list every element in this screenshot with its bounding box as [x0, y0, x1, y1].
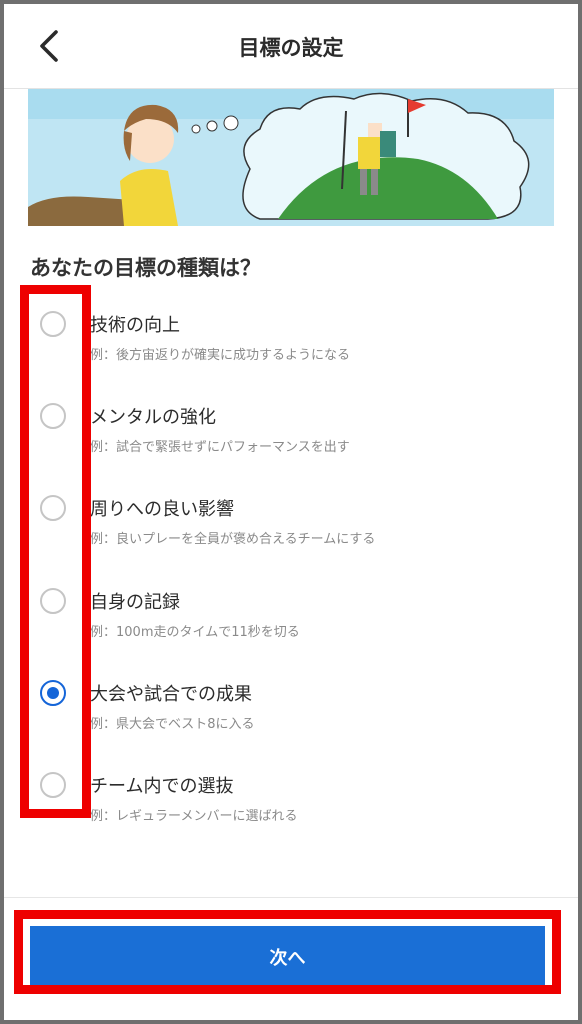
- question-heading: あなたの目標の種類は？: [30, 256, 261, 280]
- option-label: 周りへの良い影響: [90, 499, 234, 520]
- radio-button[interactable]: [40, 772, 66, 798]
- option-example: 例：レギュラーメンバーに選ばれる: [90, 809, 298, 824]
- option-competition-results[interactable]: 大会や試合での成果 例：県大会でベスト8に入る: [40, 680, 560, 750]
- option-example: 例：良いプレーを全員が褒め合えるチームにする: [90, 532, 376, 547]
- option-mental-strength[interactable]: メンタルの強化 例：試合で緊張せずにパフォーマンスを出す: [40, 403, 560, 473]
- option-example: 例：県大会でベスト8に入る: [90, 717, 255, 732]
- option-example: 例：後方宙返りが確実に成功するようになる: [90, 348, 351, 363]
- radio-button[interactable]: [40, 311, 66, 337]
- option-skill-improvement[interactable]: 技術の向上 例：後方宙返りが確実に成功するようになる: [40, 311, 560, 381]
- radio-button-checked[interactable]: [40, 680, 66, 706]
- option-label: チーム内での選抜: [90, 776, 234, 797]
- option-label: 技術の向上: [90, 315, 180, 336]
- option-label: 大会や試合での成果: [90, 684, 252, 705]
- option-team-selection[interactable]: チーム内での選抜 例：レギュラーメンバーに選ばれる: [40, 772, 560, 842]
- divider: [4, 897, 578, 898]
- option-example: 例：100m走のタイムで11秒を切る: [90, 625, 300, 640]
- radio-button[interactable]: [40, 588, 66, 614]
- radio-button[interactable]: [40, 495, 66, 521]
- page-title: 目標の設定: [238, 36, 344, 60]
- option-label: 自身の記録: [90, 592, 180, 613]
- app-frame: 目標の設定 あなたの目標の種類は？ 技術の向上 例：後方宙返りが確実に成功するよ: [4, 4, 578, 1020]
- header: 目標の設定: [4, 4, 578, 89]
- option-positive-influence[interactable]: 周りへの良い影響 例：良いプレーを全員が褒め合えるチームにする: [40, 495, 560, 565]
- radio-button[interactable]: [40, 403, 66, 429]
- next-button[interactable]: 次へ: [30, 926, 545, 988]
- option-personal-record[interactable]: 自身の記録 例：100m走のタイムで11秒を切る: [40, 588, 560, 658]
- goal-illustration: [28, 89, 554, 226]
- option-label: メンタルの強化: [90, 407, 216, 428]
- option-example: 例：試合で緊張せずにパフォーマンスを出す: [90, 440, 350, 455]
